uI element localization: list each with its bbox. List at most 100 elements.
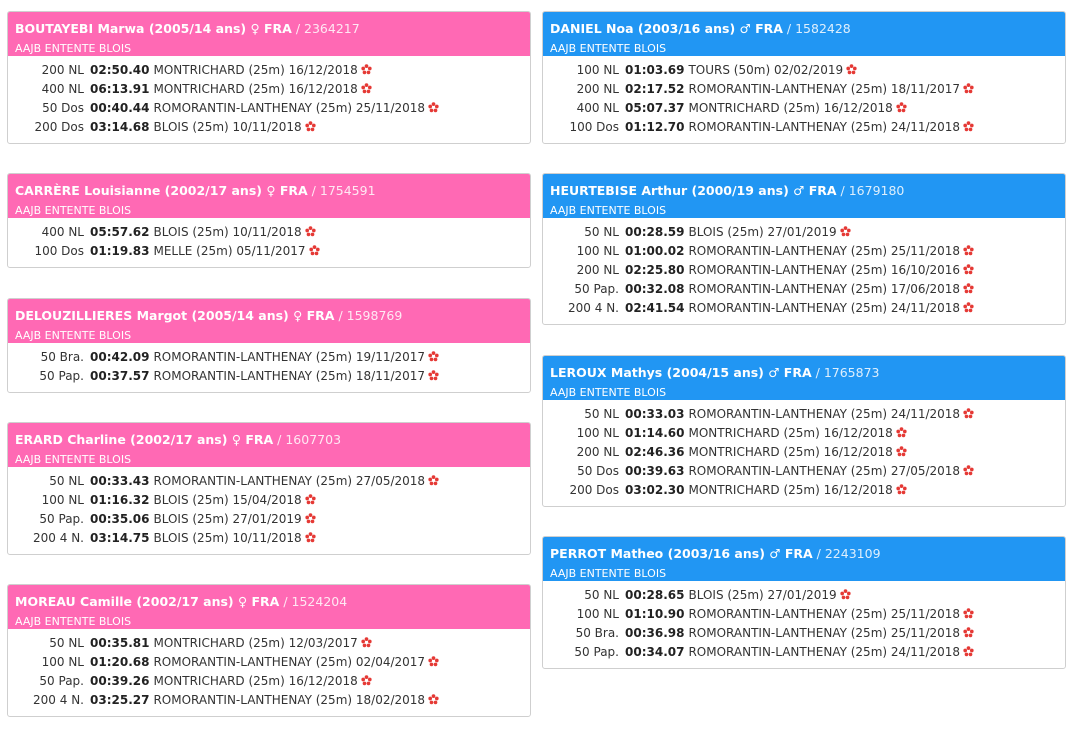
record-star-icon[interactable] xyxy=(963,606,974,619)
record-star-icon[interactable] xyxy=(846,62,857,75)
record-star-icon[interactable] xyxy=(963,119,974,132)
record-star-icon[interactable] xyxy=(428,654,439,667)
record-star-icon[interactable] xyxy=(963,625,974,638)
event: 100 Dos xyxy=(34,244,84,258)
place: ROMORANTIN-LANTHENAY (25m) xyxy=(153,369,353,383)
results-list: 50 NL 00:33.43 ROMORANTIN-LANTHENAY (25m) … xyxy=(8,467,530,554)
place: ROMORANTIN-LANTHENAY (25m) xyxy=(153,655,353,669)
event: 50 NL xyxy=(49,474,84,488)
club-name[interactable]: AAJB ENTENTE BLOIS xyxy=(550,41,1058,57)
event: 200 NL xyxy=(576,263,619,277)
record-star-icon[interactable] xyxy=(896,100,907,113)
date: 16/12/2018 xyxy=(823,426,893,440)
event: 200 NL xyxy=(41,63,84,77)
record-star-icon[interactable] xyxy=(428,692,439,705)
club-name[interactable]: AAJB ENTENTE BLOIS xyxy=(550,203,1058,219)
date: 27/01/2019 xyxy=(767,588,837,602)
club-name[interactable]: AAJB ENTENTE BLOIS xyxy=(15,614,523,630)
record-star-icon[interactable] xyxy=(963,406,974,419)
date: 24/11/2018 xyxy=(890,645,961,659)
time: 00:36.98 xyxy=(625,626,685,640)
place: ROMORANTIN-LANTHENAY (25m) xyxy=(688,607,888,621)
club-name[interactable]: AAJB ENTENTE BLOIS xyxy=(550,566,1058,582)
date: 16/12/2018 xyxy=(288,674,358,688)
record-star-icon[interactable] xyxy=(963,300,974,313)
swimmer-name[interactable]: LEROUX Mathys (2004/15 ans) ♂ FRA xyxy=(550,365,812,380)
event: 50 Pap. xyxy=(39,674,84,688)
swimmer-name[interactable]: DANIEL Noa (2003/16 ans) ♂ FRA xyxy=(550,21,783,36)
swimmer-name[interactable]: ERARD Charline (2002/17 ans) ♀ FRA xyxy=(15,432,273,447)
club-name[interactable]: AAJB ENTENTE BLOIS xyxy=(550,385,1058,401)
record-star-icon[interactable] xyxy=(963,81,974,94)
swimmer-name[interactable]: PERROT Matheo (2003/16 ans) ♂ FRA xyxy=(550,546,813,561)
date: 25/11/2018 xyxy=(890,607,961,621)
record-star-icon[interactable] xyxy=(428,100,439,113)
swimmer-card: HEURTEBISE Arthur (2000/19 ans) ♂ FRA / … xyxy=(542,173,1066,325)
card-header: DELOUZILLIERES Margot (2005/14 ans) ♀ FR… xyxy=(8,299,530,343)
record-star-icon[interactable] xyxy=(896,425,907,438)
record-star-icon[interactable] xyxy=(896,482,907,495)
result-row: 100 Dos 01:19.83 MELLE (25m) 05/11/2017 xyxy=(8,242,530,261)
date: 27/01/2019 xyxy=(767,225,837,239)
record-star-icon[interactable] xyxy=(361,635,372,648)
record-star-icon[interactable] xyxy=(428,368,439,381)
date: 24/11/2018 xyxy=(890,407,961,421)
date: 25/11/2018 xyxy=(890,626,961,640)
time: 02:25.80 xyxy=(625,263,685,277)
swimmer-name[interactable]: CARRÈRE Louisianne (2002/17 ans) ♀ FRA xyxy=(15,183,308,198)
record-star-icon[interactable] xyxy=(308,243,320,256)
record-star-icon[interactable] xyxy=(305,530,316,543)
record-star-icon[interactable] xyxy=(963,463,974,476)
licence-number: 1582428 xyxy=(795,21,851,36)
card-header: CARRÈRE Louisianne (2002/17 ans) ♀ FRA /… xyxy=(8,174,530,218)
swimmer-name[interactable]: BOUTAYEBI Marwa (2005/14 ans) ♀ FRA xyxy=(15,21,292,36)
date: 18/11/2017 xyxy=(890,82,961,96)
record-star-icon[interactable] xyxy=(305,492,316,505)
club-name[interactable]: AAJB ENTENTE BLOIS xyxy=(15,328,523,344)
record-star-icon[interactable] xyxy=(963,644,974,657)
time: 03:14.68 xyxy=(90,120,150,134)
event: 50 Bra. xyxy=(575,626,619,640)
event: 50 Dos xyxy=(577,464,619,478)
record-star-icon[interactable] xyxy=(840,587,851,600)
date: 02/04/2017 xyxy=(355,655,426,669)
result-row: 50 Pap. 00:34.07 ROMORANTIN-LANTHENAY (25m… xyxy=(543,643,1065,662)
place: MONTRICHARD (25m) xyxy=(688,101,820,115)
place: MONTRICHARD (25m) xyxy=(688,445,820,459)
time: 05:07.37 xyxy=(625,101,685,115)
club-name[interactable]: AAJB ENTENTE BLOIS xyxy=(15,41,523,57)
date: 16/12/2018 xyxy=(823,101,893,115)
record-star-icon[interactable] xyxy=(963,243,974,256)
record-star-icon[interactable] xyxy=(896,444,907,457)
record-star-icon[interactable] xyxy=(361,673,372,686)
place: TOURS (50m) xyxy=(688,63,771,77)
result-row: 50 Dos 00:39.63 ROMORANTIN-LANTHENAY (25m)… xyxy=(543,462,1065,481)
record-star-icon[interactable] xyxy=(305,224,316,237)
time: 02:41.54 xyxy=(625,301,685,315)
date: 27/05/2018 xyxy=(355,474,426,488)
record-star-icon[interactable] xyxy=(840,224,851,237)
club-name[interactable]: AAJB ENTENTE BLOIS xyxy=(15,452,523,468)
swimmer-name[interactable]: HEURTEBISE Arthur (2000/19 ans) ♂ FRA xyxy=(550,183,837,198)
event: 50 Pap. xyxy=(574,282,619,296)
licence-number: 1524204 xyxy=(291,594,348,609)
club-name[interactable]: AAJB ENTENTE BLOIS xyxy=(15,203,523,219)
results-list: 100 NL 01:03.69 TOURS (50m) 02/02/2019 200… xyxy=(543,56,1065,143)
record-star-icon[interactable] xyxy=(305,511,316,524)
record-star-icon[interactable] xyxy=(361,62,372,75)
swimmer-name[interactable]: MOREAU Camille (2002/17 ans) ♀ FRA xyxy=(15,594,279,609)
record-star-icon[interactable] xyxy=(428,349,439,362)
event: 100 NL xyxy=(576,63,619,77)
record-star-icon[interactable] xyxy=(963,262,974,275)
date: 27/05/2018 xyxy=(890,464,961,478)
record-star-icon[interactable] xyxy=(361,81,372,94)
date: 24/11/2018 xyxy=(890,120,961,134)
date: 12/03/2017 xyxy=(288,636,358,650)
place: BLOIS (25m) xyxy=(153,225,229,239)
record-star-icon[interactable] xyxy=(428,473,439,486)
record-star-icon[interactable] xyxy=(305,119,316,132)
time: 00:34.07 xyxy=(625,645,685,659)
swimmer-card: BOUTAYEBI Marwa (2005/14 ans) ♀ FRA / 23… xyxy=(7,11,531,144)
swimmer-name[interactable]: DELOUZILLIERES Margot (2005/14 ans) ♀ FR… xyxy=(15,308,334,323)
record-star-icon[interactable] xyxy=(963,281,974,294)
